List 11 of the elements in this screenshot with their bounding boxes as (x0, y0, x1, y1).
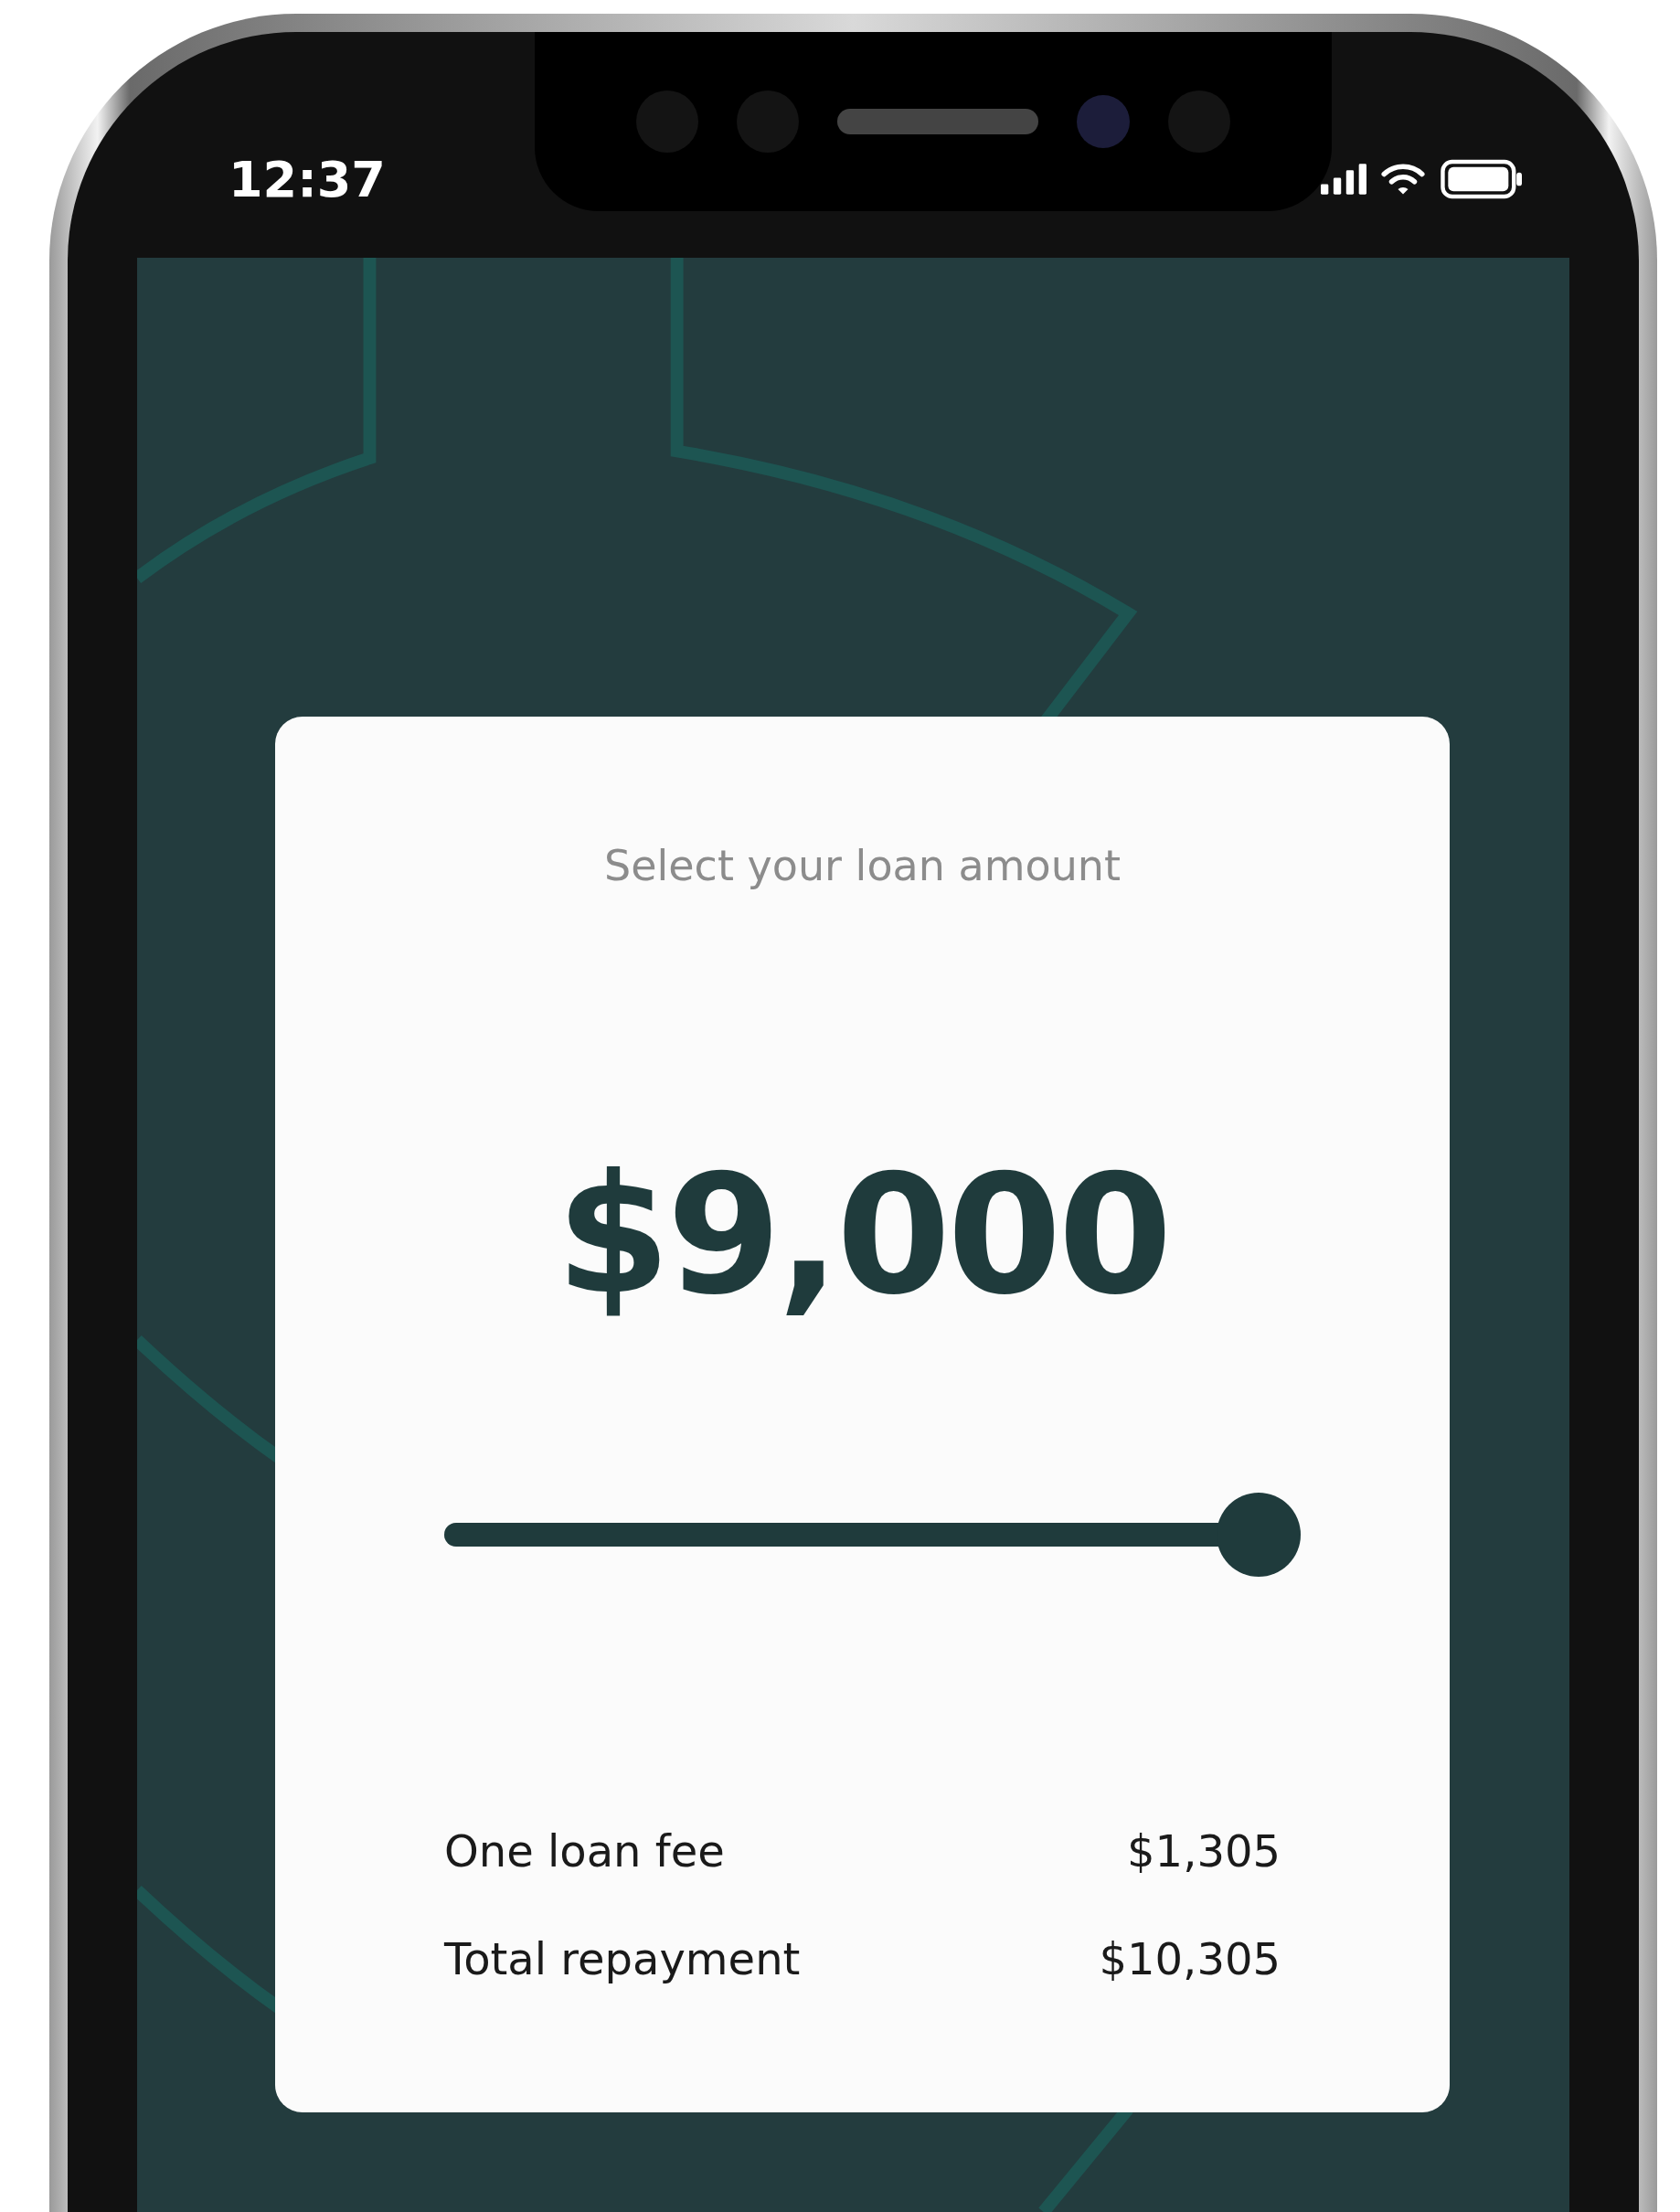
battery-icon (1440, 159, 1524, 199)
signal-icon (1321, 164, 1366, 195)
card-title: Select your loan amount (604, 840, 1121, 892)
row-value: $1,305 (1127, 1824, 1281, 1878)
loan-slider[interactable] (444, 1493, 1303, 1577)
row-value: $10,305 (1099, 1932, 1281, 1986)
row-label: One loan fee (444, 1824, 725, 1878)
row-label: Total repayment (444, 1932, 801, 1986)
loan-amount: $9,000 (556, 1139, 1169, 1331)
wifi-icon (1381, 163, 1425, 196)
status-time: 12:37 (229, 150, 386, 208)
